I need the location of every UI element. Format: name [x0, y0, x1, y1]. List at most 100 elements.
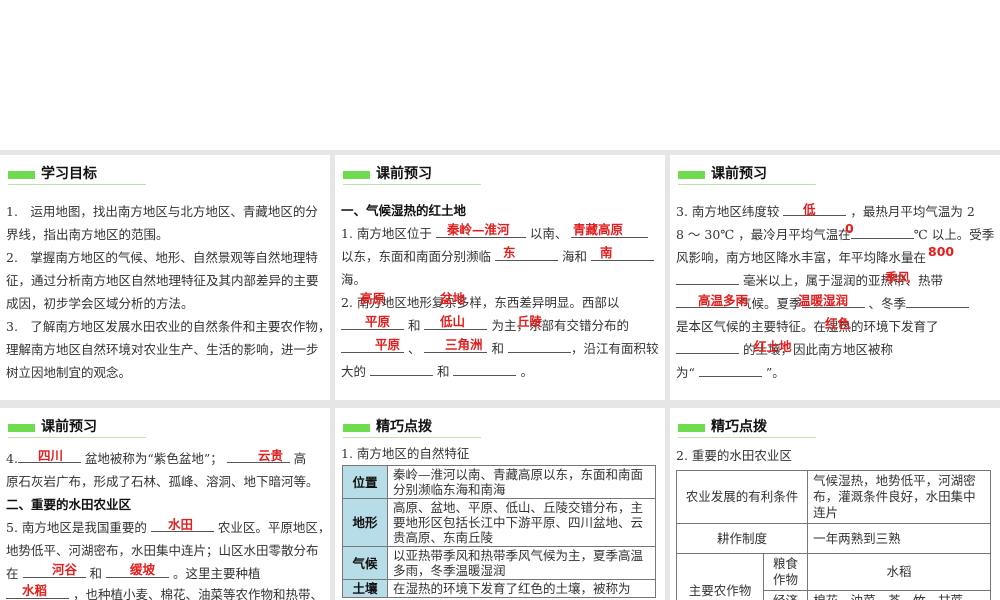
- answer: 低: [803, 202, 816, 217]
- text: 毫米以上，属于湿润的亚热带、热带: [742, 273, 943, 288]
- text: 和: [89, 566, 102, 581]
- row-header: 主要农作物: [676, 553, 764, 600]
- natural-features-table: 位置 秦岭—淮河以南、青藏高原以东，东面和南面分别濒临东海和南海 地形 高原、盆地、…: [342, 465, 656, 598]
- table-row: 主要农作物 粮食作物 水稻: [676, 553, 991, 600]
- header-bar-icon: [343, 424, 370, 432]
- text: 以东，东面和南面分别濒临: [341, 249, 492, 264]
- text: 5. 南方地区是我国重要的: [6, 520, 147, 535]
- goal-line: 2. 掌握南方地区的气候、地形、自然景观等自然地理特: [6, 250, 318, 265]
- section-title: 精巧点拨: [711, 419, 767, 435]
- text: 在: [6, 566, 19, 581]
- goal-line: 界线，指出南方地区的范围。: [6, 227, 169, 242]
- answer: 0: [845, 221, 854, 236]
- table-cell: 气候湿热，地势低平，河湖密布，灌溉条件良好，水田集中连片: [807, 470, 991, 524]
- text: 海。: [341, 272, 367, 287]
- panel-key-points-1: 精巧点拨 1. 南方地区的自然特征 位置 秦岭—淮河以南、青藏高原以东，东面和南面…: [335, 408, 665, 600]
- answer: 秦岭—淮河: [447, 222, 510, 237]
- table-cell: 经济作物: [762, 590, 809, 600]
- answer: 丘陵: [517, 314, 543, 329]
- answer: 南: [600, 245, 613, 260]
- text: 是本区气候的主要特征。在湿热的环境下发育了: [676, 319, 939, 334]
- text: 、: [407, 341, 421, 356]
- answer: 缓坡: [130, 562, 156, 577]
- text: 。这里主要种植: [172, 566, 261, 581]
- header-bar-icon: [8, 424, 35, 432]
- section-header: 精巧点拨: [343, 416, 481, 438]
- subsection-heading: 二、重要的水田农业区: [6, 497, 132, 512]
- text: 3. 南方地区纬度较: [676, 204, 780, 219]
- subsection-heading: 2. 重要的水田农业区: [676, 448, 792, 463]
- answer: 河谷: [52, 562, 78, 577]
- answer: 盆地: [440, 291, 466, 306]
- text: 盆地被称为“紫色盆地”；: [84, 451, 223, 466]
- answer: 云贵: [258, 448, 284, 463]
- subsection-heading: 1. 南方地区的自然特征: [341, 446, 470, 461]
- table-cell: 秦岭—淮河以南、青藏高原以东，东面和南面分别濒临东海和南海: [387, 465, 656, 499]
- table-cell: 粮食作物: [762, 553, 809, 591]
- answer: 青藏高原: [573, 222, 624, 237]
- text: ，沿江有面积较: [570, 341, 659, 356]
- text: 和: [436, 364, 450, 379]
- goal-line: 1. 运用地图，找出南方地区与北方地区、青藏地区的分: [6, 204, 318, 219]
- text: 为主，东部有交错分布的: [491, 318, 629, 333]
- row-header: 气候: [342, 546, 388, 580]
- panel-preview-1: 课前预习 一、气候湿热的红土地 1. 南方地区位于 以南、 以东，东面和南面分别…: [335, 155, 665, 400]
- text: ”。: [765, 365, 785, 380]
- answer: 水田: [168, 517, 194, 532]
- table-cell: 以亚热带季风和热带季风气候为主，夏季高温多雨，冬季温暖湿润: [387, 546, 656, 580]
- panel-preview-3: 课前预习 4. 盆地被称为“紫色盆地”； 高 原石灰岩广布，形成了石林、孤峰、溶…: [0, 408, 330, 600]
- row-header: 位置: [342, 465, 388, 499]
- row-header: 农业发展的有利条件: [675, 470, 809, 524]
- header-bar-icon: [678, 171, 705, 179]
- text: ，最热月平均气温为 2: [850, 204, 975, 219]
- text: 海和: [561, 249, 587, 264]
- text: 原石灰岩广布，形成了石林、孤峰、溶洞、地下暗河等。: [6, 474, 319, 489]
- table-cell: 高原、盆地、平原、低山、丘陵交错分布，主要地形区包括长江中下游平原、四川盆地、云…: [387, 498, 656, 547]
- table-cell: 一年两熟到三熟: [807, 523, 991, 554]
- table-cell: 在湿热的环境下发育了红色的土壤，被称为: [387, 579, 656, 598]
- text: 和: [407, 318, 421, 333]
- answer: 东: [503, 245, 516, 260]
- answer: 800: [928, 244, 955, 259]
- section-title: 课前预习: [711, 166, 767, 182]
- table-cell: 棉花、油菜、茶、竹、甘蔗、橡胶等: [807, 590, 991, 600]
- text: 气候。夏季: [739, 296, 802, 311]
- table-row: 农业发展的有利条件 气候湿热，地势低平，河湖密布，灌溉条件良好，水田集中连片: [675, 470, 991, 524]
- section-header: 学习目标: [8, 163, 146, 185]
- text: 高: [293, 451, 307, 466]
- section-header: 精巧点拨: [678, 416, 816, 438]
- answer: 温暖湿润: [798, 293, 849, 308]
- section-title: 学习目标: [41, 166, 97, 182]
- table-row: 气候 以亚热带季风和热带季风气候为主，夏季高温多雨，冬季温暖湿润: [342, 546, 656, 580]
- text: 1. 南方地区位于: [341, 226, 432, 241]
- answer: 季风: [885, 270, 911, 285]
- answer: 水稻: [22, 583, 48, 598]
- section-title: 课前预习: [41, 419, 97, 435]
- text: 大的: [341, 364, 367, 379]
- table-row: 地形 高原、盆地、平原、低山、丘陵交错分布，主要地形区包括长江中下游平原、四川盆地…: [342, 498, 656, 547]
- text: 4.: [6, 451, 18, 466]
- goal-line: 理解南方地区自然环境对农业生产、生活的影响，进一步: [6, 342, 319, 357]
- text: 8 ～ 30℃ ，最冷月平均气温在: [676, 227, 851, 242]
- goal-line: 3. 了解南方地区发展水田农业的自然条件和主要农作物，: [6, 319, 330, 334]
- panel-preview-2: 课前预习 3. 南方地区纬度较 ，最热月平均气温为 2 8 ～ 30℃ ，最冷月…: [670, 155, 1000, 400]
- text: 地势低平、河湖密布，水田集中连片；山区水田零散分布: [6, 543, 319, 558]
- answer: 高原: [360, 291, 386, 306]
- table-row: 土壤 在湿热的环境下发育了红色的土壤，被称为: [342, 579, 656, 598]
- answer: 低山: [440, 314, 466, 329]
- subsection-heading: 一、气候湿热的红土地: [341, 203, 467, 218]
- header-bar-icon: [8, 171, 35, 179]
- panel-learning-goals: 学习目标 1. 运用地图，找出南方地区与北方地区、青藏地区的分 界线，指出南方地…: [0, 155, 330, 400]
- text: 风影响，南方地区降水丰富，年平均降水量在: [676, 250, 927, 265]
- row-header: 地形: [342, 498, 388, 547]
- answer: 红色: [825, 316, 851, 331]
- text: 和: [491, 341, 504, 356]
- answer: 高温多雨: [698, 293, 749, 308]
- section-header: 课前预习: [343, 163, 481, 185]
- answer: 四川: [38, 448, 64, 463]
- text: 为“: [676, 365, 695, 380]
- text: 以南、: [529, 226, 568, 241]
- section-header: 课前预习: [8, 416, 146, 438]
- row-header: 土壤: [342, 579, 388, 598]
- answer: 三角洲: [445, 337, 483, 352]
